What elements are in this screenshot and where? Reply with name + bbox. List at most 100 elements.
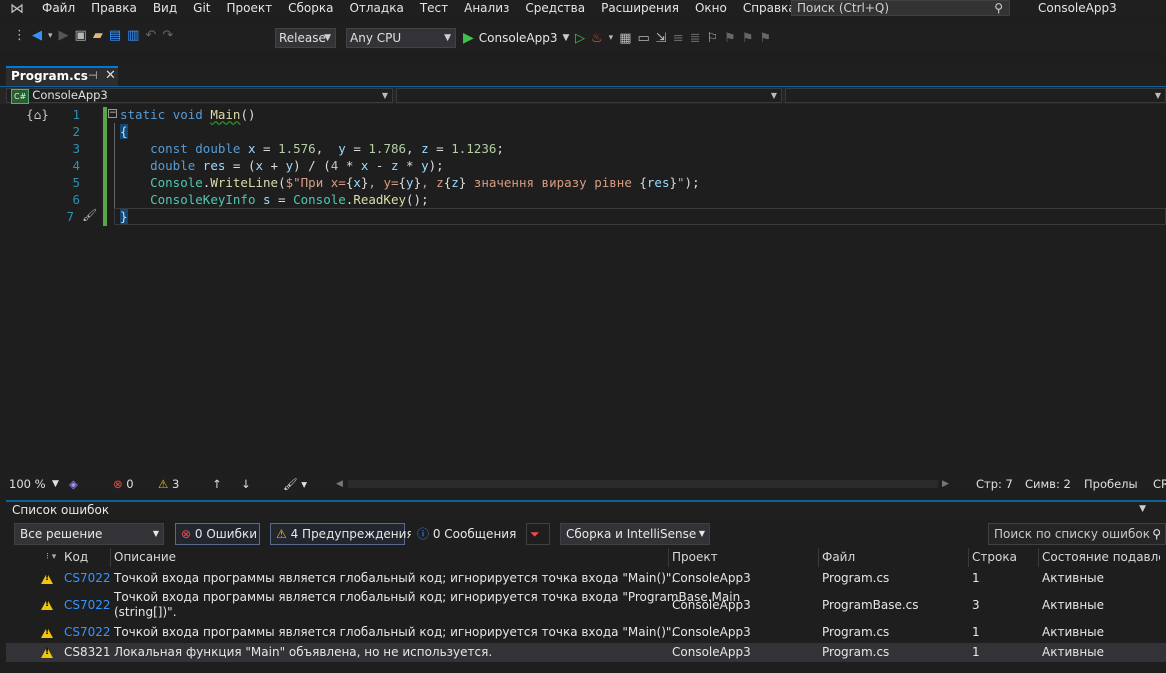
panel-menu-icon[interactable]: ▼ <box>1139 504 1146 514</box>
error-file: Program.cs <box>822 571 890 585</box>
clear-bookmarks-icon[interactable]: ⚑ <box>759 31 771 46</box>
tok-console2: Console <box>293 192 346 207</box>
column-suppression-state[interactable]: Состояние подавлени <box>1042 548 1160 567</box>
filter-icon[interactable]: ⏷ <box>526 523 550 545</box>
error-list-search-input[interactable]: Поиск по списку ошибок ⚲ <box>988 523 1166 545</box>
messages-filter-button[interactable]: ⓘ 0 Сообщения <box>411 523 521 545</box>
member-dropdown[interactable]: ▼ <box>785 88 1166 103</box>
error-description: Точкой входа программы является глобальн… <box>114 590 741 604</box>
scroll-left-icon[interactable]: ◀ <box>336 475 343 493</box>
error-icon: ⊗ <box>113 477 123 491</box>
prev-bookmark-icon[interactable]: ⚑ <box>724 31 736 46</box>
menu-test[interactable]: Тест <box>412 0 456 17</box>
back-dropdown-icon[interactable]: ▾ <box>48 31 53 41</box>
project-dropdown[interactable]: C# ConsoleApp3 ▼ <box>6 88 393 104</box>
new-project-icon[interactable]: ▣ <box>75 28 87 43</box>
line-endings[interactable]: CR <box>1153 475 1166 493</box>
error-code-link[interactable]: CS7022 <box>64 625 111 639</box>
menu-edit[interactable]: Правка <box>83 0 145 17</box>
navigate-back-icon[interactable]: ◀ <box>32 28 42 43</box>
copilot-icon[interactable]: ◈ <box>69 475 78 493</box>
error-code-link[interactable]: CS7022 <box>64 571 111 585</box>
column-divider[interactable] <box>1038 548 1039 567</box>
code-cleanup-icon[interactable]: 🖌 ▾ <box>283 475 307 493</box>
errors-indicator[interactable]: ⊗ 0 <box>113 475 134 493</box>
bookmark-icon[interactable]: ⚐ <box>707 31 719 46</box>
next-bookmark-icon[interactable]: ⚑ <box>742 31 754 46</box>
save-icon[interactable]: ▤ <box>109 28 121 43</box>
tok-str-4: значення виразу рівне <box>466 175 640 190</box>
menu-window[interactable]: Окно <box>687 0 735 17</box>
previous-issue-icon[interactable]: ↑ <box>212 475 222 493</box>
solution-configuration-select[interactable]: Release ▼ <box>275 28 336 48</box>
column-divider[interactable] <box>668 548 669 567</box>
global-search-input[interactable]: Поиск (Ctrl+Q) ⚲ <box>791 0 1010 16</box>
type-dropdown[interactable]: ▼ <box>396 88 782 103</box>
close-icon[interactable]: ✕ <box>105 68 116 83</box>
scroll-right-icon[interactable]: ▶ <box>942 475 949 493</box>
horizontal-scrollbar[interactable] <box>348 480 938 488</box>
column-line[interactable]: Строка <box>972 548 1017 567</box>
error-code-link[interactable]: CS7022 <box>64 598 111 612</box>
indentation-mode[interactable]: Пробелы <box>1084 475 1138 493</box>
table-row-selected[interactable]: CS8321 Локальная функция "Main" объявлен… <box>6 643 1166 662</box>
start-debugging-button[interactable]: ▶ ConsoleApp3 ▼ <box>463 28 569 48</box>
column-description[interactable]: Описание <box>114 548 176 567</box>
visual-studio-logo-icon[interactable]: ⋈ <box>0 0 34 17</box>
collapse-icon[interactable]: − <box>108 109 117 118</box>
tab-program-cs[interactable]: Program.cs ⊣ ✕ <box>6 66 118 86</box>
menu-analyze[interactable]: Анализ <box>456 0 517 17</box>
chevron-down-icon: ▼ <box>562 33 570 43</box>
table-row[interactable]: CS7022 Точкой входа программы является г… <box>6 589 1166 622</box>
comment-icon[interactable]: ≡ <box>673 31 684 46</box>
tok-brace-close: } <box>120 209 128 224</box>
column-project[interactable]: Проект <box>672 548 718 567</box>
chevron-down-icon[interactable]: ▼ <box>52 475 59 493</box>
navigate-forward-icon[interactable]: ▶ <box>59 28 69 43</box>
scope-select[interactable]: Все решение ▼ <box>14 523 164 545</box>
error-code-link[interactable]: CS8321 <box>64 645 111 659</box>
menu-project[interactable]: Проект <box>219 0 281 17</box>
start-without-debugging-icon[interactable]: ▷ <box>575 31 585 46</box>
undo-icon[interactable]: ↶ <box>145 28 156 43</box>
errors-filter-button[interactable]: ⊗ 0 Ошибки <box>175 523 260 545</box>
uncomment-icon[interactable]: ≣ <box>690 31 701 46</box>
build-intellisense-select[interactable]: Сборка и IntelliSense ▼ <box>560 523 710 545</box>
column-divider[interactable] <box>110 548 111 567</box>
column-file[interactable]: Файл <box>822 548 855 567</box>
menu-debug[interactable]: Отладка <box>341 0 411 17</box>
pin-icon[interactable]: ⊣ <box>88 69 98 82</box>
menu-extensions[interactable]: Расширения <box>593 0 687 17</box>
warnings-filter-button[interactable]: ⚠ 4 Предупреждения <box>270 523 414 545</box>
menu-build[interactable]: Сборка <box>280 0 341 17</box>
next-issue-icon[interactable]: ↓ <box>241 475 251 493</box>
browse-icon[interactable]: ▦ <box>619 31 631 46</box>
zoom-level[interactable]: 100 % <box>9 475 46 493</box>
column-divider[interactable] <box>818 548 819 567</box>
menu-view[interactable]: Вид <box>145 0 185 17</box>
tok-str-1: $"При x= <box>285 175 346 190</box>
tok-console: Console <box>150 175 203 190</box>
warnings-indicator[interactable]: ⚠ 3 <box>158 475 179 493</box>
error-project: ConsoleApp3 <box>672 625 751 639</box>
table-row[interactable]: CS7022 Точкой входа программы является г… <box>6 623 1166 642</box>
menu-file[interactable]: Файл <box>34 0 83 17</box>
menu-git[interactable]: Git <box>185 0 218 17</box>
hot-reload-dropdown-icon[interactable]: ▾ <box>609 33 614 43</box>
table-row[interactable]: CS7022 Точкой входа программы является г… <box>6 569 1166 588</box>
tok-num-x: 1.576 <box>278 141 316 156</box>
layout-icon[interactable]: ▭ <box>637 31 649 46</box>
save-all-icon[interactable]: ▥ <box>127 28 139 43</box>
solution-platform-select[interactable]: Any CPU ▼ <box>346 28 456 48</box>
quick-actions-brush-icon[interactable]: 🖌 <box>82 208 97 222</box>
column-divider[interactable] <box>968 548 969 567</box>
column-code[interactable]: Код <box>64 548 88 567</box>
tok-str-3: , z <box>421 175 444 190</box>
redo-icon[interactable]: ↷ <box>162 28 173 43</box>
sort-indicator-icon[interactable]: ⁝ ▾ <box>46 548 56 567</box>
step-icon[interactable]: ⇲ <box>656 31 667 46</box>
hot-reload-icon[interactable]: ♨ <box>591 31 603 46</box>
open-folder-icon[interactable]: ▰ <box>93 28 103 43</box>
platform-value: Any CPU <box>350 31 402 45</box>
menu-tools[interactable]: Средства <box>517 0 593 17</box>
